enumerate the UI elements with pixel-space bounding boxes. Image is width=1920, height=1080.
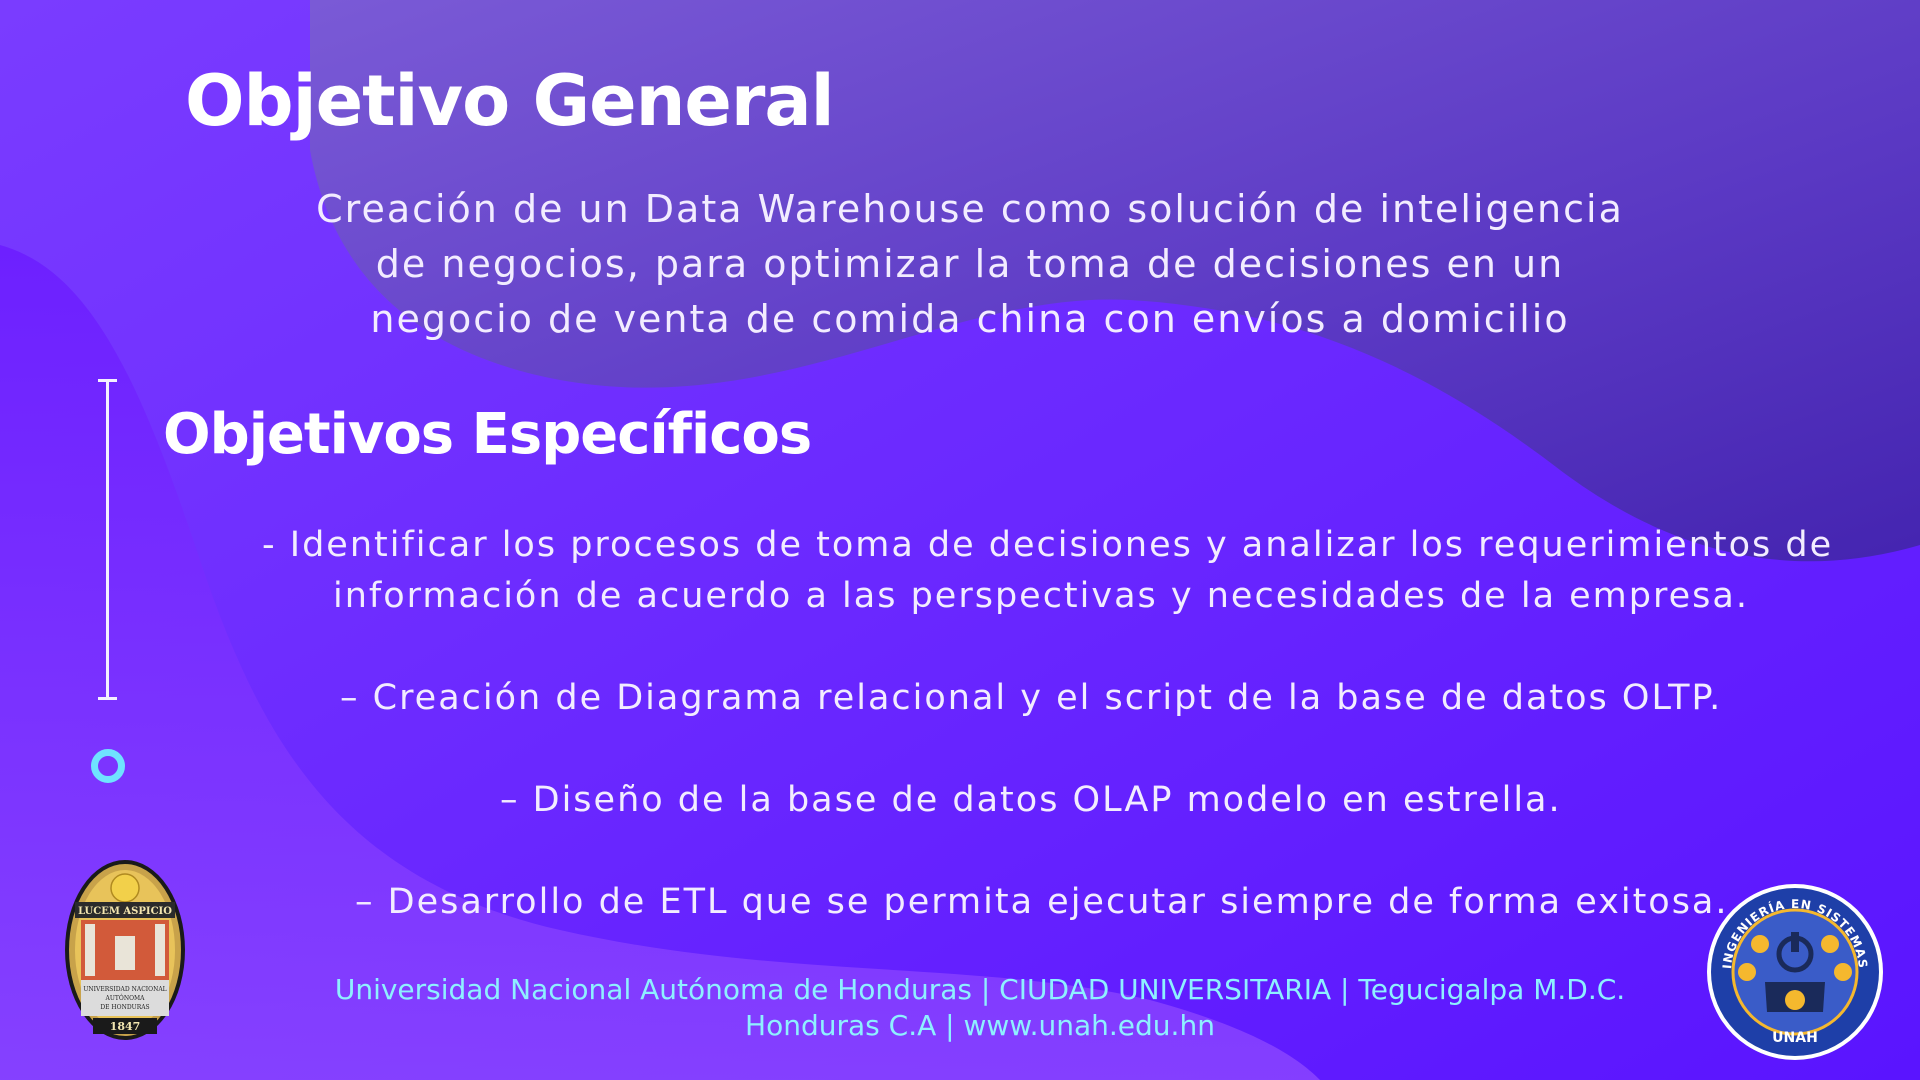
svg-text:UNIVERSIDAD NACIONAL: UNIVERSIDAD NACIONAL [83,986,166,993]
database-icon [1821,935,1839,953]
sun-icon [110,873,140,903]
general-objective-title: Objetivo General [185,60,835,142]
svg-text:LUCEM ASPICIO: LUCEM ASPICIO [78,906,172,917]
ingenieria-sistemas-badge-logo: INGENIERÍA EN SISTEMAS UNAH [1707,884,1883,1060]
timeline-bottom-cap [98,697,117,700]
unah-seal-logo: LUCEM ASPICIO UNIVERSIDAD NACIONAL AUTÓN… [65,860,185,1040]
footer-line-1: Universidad Nacional Autónoma de Hondura… [334,973,1626,1006]
general-objective-line: negocio de venta de comida china con env… [370,297,1570,341]
specific-objective-item: – Creación de Diagrama relacional y el s… [340,678,1723,718]
svg-text:AUTÓNOMA: AUTÓNOMA [105,994,146,1002]
specific-objectives-title: Objetivos Específicos [163,402,812,467]
svg-text:UNAH: UNAH [1772,1030,1818,1046]
svg-text:DE HONDURAS: DE HONDURAS [100,1004,149,1011]
specific-objective-item: – Desarrollo de ETL que se permita ejecu… [355,882,1729,922]
general-objective-line: Creación de un Data Warehouse como soluc… [316,187,1624,231]
general-objective-text: Creación de un Data Warehouse como soluc… [300,182,1640,347]
footer: Universidad Nacional Autónoma de Hondura… [300,972,1660,1044]
lightbulb-icon [1785,990,1805,1010]
wave-icon [1834,963,1852,981]
timeline-dot [91,749,125,783]
specific-objective-item: - Identificar los procesos de toma de de… [262,525,1834,565]
general-objective-line: de negocios, para optimizar la toma de d… [375,242,1565,286]
gears-icon [1738,963,1756,981]
timeline-line [106,380,109,700]
code-icon [1751,935,1769,953]
specific-objective-item: – Diseño de la base de datos OLAP modelo… [500,780,1562,820]
specific-objective-item: información de acuerdo a las perspectiva… [333,576,1749,616]
svg-text:1847: 1847 [110,1020,141,1033]
footer-line-2: Honduras C.A | www.unah.edu.hn [745,1009,1215,1042]
